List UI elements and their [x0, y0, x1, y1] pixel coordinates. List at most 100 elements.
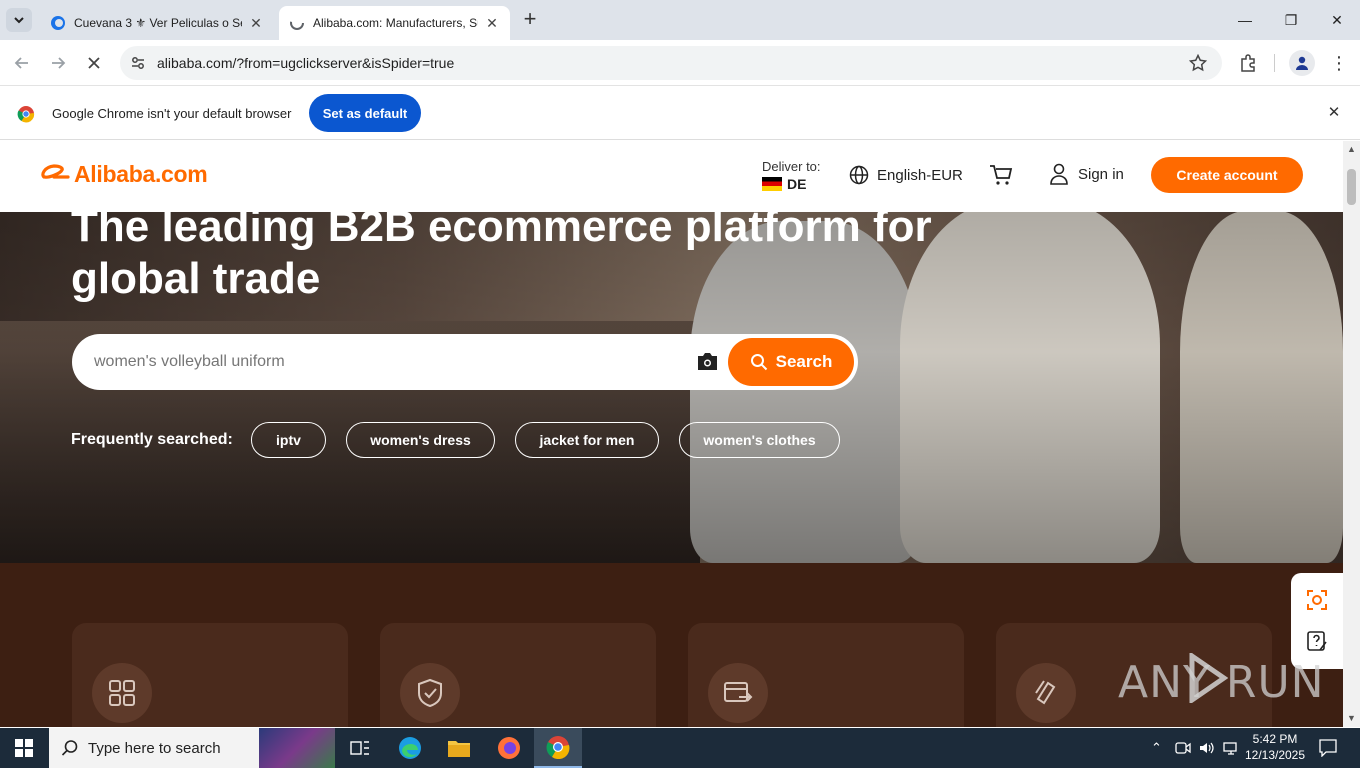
deliver-to-label: Deliver to:: [762, 159, 821, 174]
search-highlight-image: [259, 728, 335, 768]
page-scrollbar[interactable]: ▲ ▼: [1343, 141, 1360, 727]
site-header: Alibaba.com Deliver to: DE English-EUR S…: [0, 141, 1343, 212]
grid-icon: [92, 663, 152, 723]
search-icon: [61, 740, 78, 756]
shield-check-icon: [400, 663, 460, 723]
clock-time: 5:42 PM: [1252, 732, 1298, 746]
new-tab-button[interactable]: +: [518, 8, 542, 32]
clock[interactable]: 5:42 PM 12/13/2025: [1244, 731, 1306, 763]
set-as-default-button[interactable]: Set as default: [309, 94, 421, 132]
feature-card: [688, 623, 964, 727]
firefox-app[interactable]: [485, 728, 533, 768]
loading-icon: [290, 16, 304, 30]
chip-jacket-for-men[interactable]: jacket for men: [515, 422, 659, 458]
cart-icon[interactable]: [989, 164, 1013, 186]
chip-womens-dress[interactable]: women's dress: [346, 422, 495, 458]
cuevana-favicon-icon: [51, 16, 65, 30]
close-icon[interactable]: ✕: [1326, 105, 1342, 121]
language-label: English-EUR: [877, 166, 963, 184]
germany-flag-icon: [762, 177, 782, 191]
taskbar-search[interactable]: Type here to search: [49, 728, 335, 768]
search-button[interactable]: Search: [728, 338, 854, 386]
windows-taskbar: Type here to search ⌃ 5:42 PM 12/13/2025: [0, 728, 1360, 768]
meet-now-icon[interactable]: [1175, 741, 1191, 755]
scroll-up-arrow[interactable]: ▲: [1347, 144, 1356, 154]
forward-arrow-icon: [52, 57, 66, 69]
restore-button[interactable]: ❐: [1268, 0, 1314, 40]
feature-card: [380, 623, 656, 727]
profile-button[interactable]: [1289, 50, 1315, 76]
task-view-icon: [350, 741, 369, 755]
chip-womens-clothes[interactable]: women's clothes: [679, 422, 840, 458]
globe-icon: [849, 165, 869, 185]
clock-date: 12/13/2025: [1244, 748, 1306, 762]
tab-search-button[interactable]: [6, 8, 32, 32]
start-button[interactable]: [0, 728, 48, 768]
deliver-to-selector[interactable]: DE: [762, 176, 806, 192]
tab-title: Alibaba.com: Manufacturers, Su: [313, 16, 478, 30]
volume-icon[interactable]: [1199, 741, 1215, 755]
search-icon: [750, 354, 767, 371]
play-icon: [1189, 653, 1228, 703]
browser-toolbar: alibaba.com/?from=ugclickserver&isSpider…: [0, 40, 1360, 86]
task-view-button[interactable]: [336, 728, 384, 768]
stop-button[interactable]: [79, 48, 109, 78]
folder-icon: [448, 741, 470, 757]
toolbar-divider: [1274, 54, 1275, 72]
infobar-message: Google Chrome isn't your default browser: [52, 106, 292, 121]
scrollbar-thumb[interactable]: [1347, 169, 1356, 205]
close-icon: [88, 57, 100, 69]
page-viewport: The leading B2B ecommerce platform for g…: [0, 141, 1343, 727]
chrome-app[interactable]: [534, 728, 582, 768]
ai-search-icon[interactable]: [1306, 589, 1328, 611]
star-icon[interactable]: [1189, 54, 1207, 72]
close-icon[interactable]: ✕: [248, 15, 264, 31]
hero-headline: The leading B2B ecommerce platform for g…: [71, 202, 932, 303]
taskbar-search-placeholder: Type here to search: [88, 739, 221, 757]
sign-in-link[interactable]: Sign in: [1049, 163, 1124, 185]
close-window-button[interactable]: ✕: [1314, 0, 1360, 40]
avatar-icon: [1296, 56, 1308, 70]
create-account-button[interactable]: Create account: [1151, 157, 1303, 193]
feature-card: [72, 623, 348, 727]
feedback-icon[interactable]: [1306, 630, 1328, 652]
show-hidden-icons[interactable]: ⌃: [1151, 740, 1162, 756]
back-button[interactable]: [7, 48, 37, 78]
chip-iptv[interactable]: iptv: [251, 422, 326, 458]
chrome-icon: [546, 736, 570, 759]
close-icon[interactable]: ✕: [484, 15, 500, 31]
sign-in-label: Sign in: [1078, 165, 1124, 183]
camera-icon[interactable]: [697, 352, 718, 371]
payment-card-icon: [708, 663, 768, 723]
floating-side-panel: [1291, 573, 1343, 669]
back-arrow-icon: [14, 57, 28, 69]
url-text: alibaba.com/?from=ugclickserver&isSpider…: [157, 55, 455, 71]
notifications-icon[interactable]: [1319, 739, 1337, 757]
chrome-logo-icon: [17, 106, 35, 123]
alibaba-logo-icon: [41, 164, 70, 179]
extensions-icon[interactable]: [1239, 54, 1257, 72]
minimize-button[interactable]: —: [1222, 0, 1268, 40]
language-selector[interactable]: English-EUR: [849, 165, 963, 185]
default-browser-infobar: Google Chrome isn't your default browser…: [0, 87, 1360, 140]
site-info-icon[interactable]: [130, 55, 146, 71]
edge-icon: [399, 737, 421, 759]
alibaba-logo[interactable]: Alibaba.com: [38, 161, 208, 188]
scroll-down-arrow[interactable]: ▼: [1347, 713, 1356, 723]
deliver-country: DE: [787, 176, 807, 192]
edge-app[interactable]: [386, 728, 434, 768]
menu-button[interactable]: ⋮: [1330, 52, 1348, 74]
forward-button[interactable]: [43, 48, 73, 78]
search-input[interactable]: women's volleyball uniform: [94, 353, 684, 371]
tab-alibaba[interactable]: Alibaba.com: Manufacturers, Su ✕: [279, 6, 510, 40]
address-bar[interactable]: alibaba.com/?from=ugclickserver&isSpider…: [120, 46, 1222, 80]
logo-text: Alibaba.com: [74, 161, 208, 187]
frequently-searched-label: Frequently searched:: [71, 431, 233, 448]
tab-strip: Cuevana 3 ⚜ Ver Peliculas o Se ✕ Alibaba…: [0, 0, 1360, 40]
tab-title: Cuevana 3 ⚜ Ver Peliculas o Se: [74, 16, 242, 30]
transfer-icon: [1016, 663, 1076, 723]
network-icon[interactable]: [1223, 741, 1239, 755]
file-explorer-app[interactable]: [435, 728, 483, 768]
anyrun-watermark: ANY RUN: [1118, 653, 1325, 708]
tab-cuevana[interactable]: Cuevana 3 ⚜ Ver Peliculas o Se ✕: [40, 6, 274, 40]
